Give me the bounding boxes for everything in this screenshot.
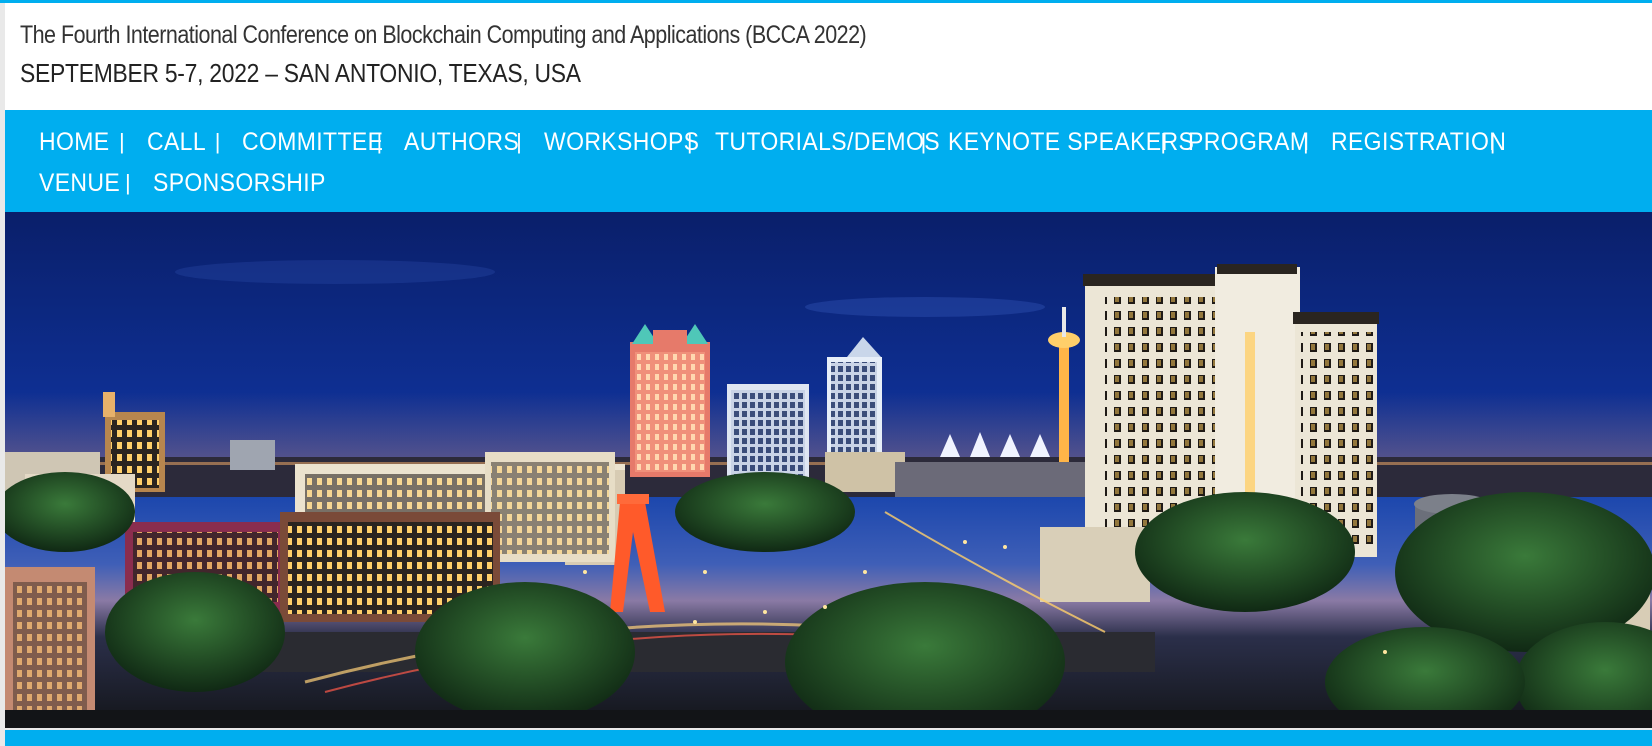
nav-authors[interactable]: AUTHORS [404, 128, 519, 157]
nav-separator: | [214, 129, 221, 154]
main-navigation: HOME | CALL | COMMITTEE | AUTHORS | WORK… [5, 110, 1652, 212]
nav-committee[interactable]: COMMITTEE [242, 128, 383, 157]
nav-separator: | [125, 170, 131, 195]
hero-banner-image [5, 212, 1652, 730]
nav-row-1: HOME | CALL | COMMITTEE | AUTHORS | WORK… [5, 122, 1506, 162]
nav-separator: | [119, 129, 125, 154]
site-title[interactable]: The Fourth International Conference on B… [20, 21, 867, 50]
nav-venue[interactable]: VENUE [39, 169, 120, 198]
nav-keynote-speakers[interactable]: KEYNOTE SPEAKERS [948, 128, 1194, 157]
nav-tutorials-demos[interactable]: TUTORIALS/DEMOS [715, 128, 940, 157]
nav-call[interactable]: CALL [147, 128, 206, 157]
nav-registration[interactable]: REGISTRATION [1331, 128, 1506, 157]
nav-home[interactable]: HOME [39, 128, 109, 157]
nav-program[interactable]: PROGRAM [1188, 128, 1309, 157]
nav-workshops[interactable]: WORKSHOPS [544, 128, 699, 157]
site-header: The Fourth International Conference on B… [5, 3, 1652, 110]
nav-row-2: VENUE | SPONSORSHIP [5, 163, 325, 203]
bottom-accent-strip [5, 730, 1652, 746]
nav-sponsorship[interactable]: SPONSORSHIP [153, 169, 325, 198]
san-antonio-skyline-image [5, 212, 1652, 730]
site-subtitle: SEPTEMBER 5-7, 2022 – SAN ANTONIO, TEXAS… [20, 58, 581, 88]
